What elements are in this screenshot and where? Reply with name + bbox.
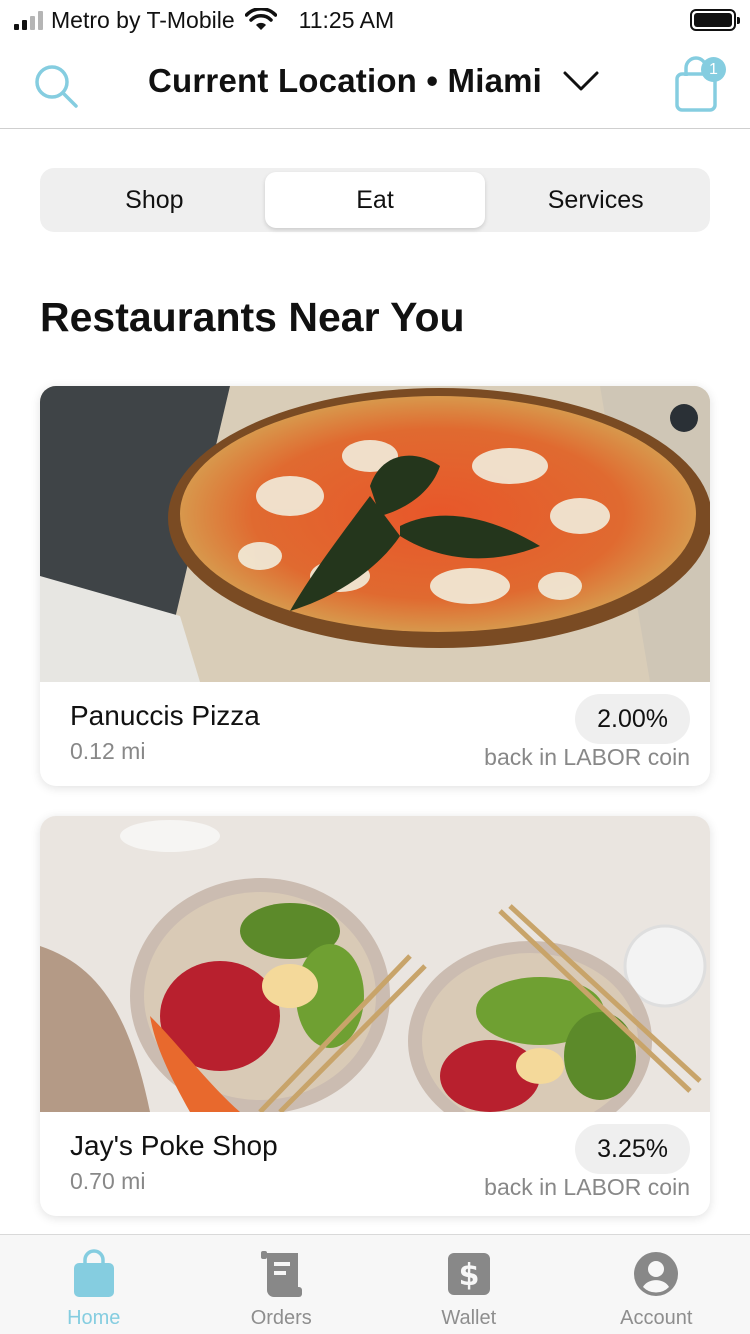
signal-strength-icon bbox=[14, 10, 43, 30]
reward-text: back in LABOR coin bbox=[484, 744, 690, 770]
category-segmented-control: Shop Eat Services bbox=[40, 168, 710, 232]
location-label: Current Location • Miami bbox=[148, 62, 543, 99]
status-bar: Metro by T-Mobile 11:25 AM bbox=[0, 0, 750, 40]
receipt-icon bbox=[261, 1251, 303, 1297]
svg-text:$: $ bbox=[458, 1258, 479, 1293]
battery-icon bbox=[690, 9, 740, 31]
poke-bowl-photo bbox=[40, 816, 710, 1112]
cart-count-badge: 1 bbox=[701, 57, 726, 82]
reward-text: back in LABOR coin bbox=[484, 1174, 690, 1200]
segment-services[interactable]: Services bbox=[485, 172, 706, 228]
search-icon[interactable] bbox=[30, 60, 82, 112]
restaurant-distance: 0.70 mi bbox=[70, 1168, 146, 1194]
chevron-down-icon bbox=[563, 71, 599, 91]
reward-percent-badge: 2.00% bbox=[575, 694, 690, 744]
tab-label: Account bbox=[620, 1307, 693, 1329]
restaurant-card[interactable]: Jay's Poke Shop 0.70 mi 3.25% back in LA… bbox=[40, 816, 710, 1216]
segment-shop[interactable]: Shop bbox=[44, 172, 265, 228]
shopping-bag-icon bbox=[73, 1249, 114, 1297]
location-selector[interactable]: Current Location • Miami bbox=[148, 62, 600, 100]
restaurant-name: Panuccis Pizza bbox=[70, 700, 260, 731]
carrier-name: Metro by T-Mobile bbox=[51, 6, 235, 33]
tab-wallet[interactable]: $ Wallet bbox=[375, 1235, 563, 1334]
tab-label: Home bbox=[67, 1307, 121, 1329]
segment-eat[interactable]: Eat bbox=[264, 172, 486, 228]
section-title: Restaurants Near You bbox=[40, 294, 465, 340]
restaurant-card-info: Panuccis Pizza 0.12 mi 2.00% back in LAB… bbox=[40, 682, 710, 786]
tab-account[interactable]: Account bbox=[563, 1235, 750, 1334]
tab-orders[interactable]: Orders bbox=[188, 1235, 376, 1334]
tab-label: Wallet bbox=[441, 1307, 497, 1329]
clock: 11:25 AM bbox=[298, 6, 395, 33]
restaurant-distance: 0.12 mi bbox=[70, 738, 146, 764]
app-header: Current Location • Miami 1 bbox=[0, 40, 750, 129]
tab-label: Orders bbox=[250, 1307, 312, 1329]
bottom-tab-bar: Home Orders $ Wallet Account bbox=[0, 1234, 750, 1334]
wifi-icon bbox=[244, 8, 277, 30]
restaurant-name: Jay's Poke Shop bbox=[70, 1130, 278, 1161]
dollar-icon: $ bbox=[447, 1253, 490, 1295]
restaurant-card-info: Jay's Poke Shop 0.70 mi 3.25% back in LA… bbox=[40, 1112, 710, 1216]
pizza-photo bbox=[40, 386, 710, 682]
tab-home[interactable]: Home bbox=[0, 1235, 188, 1334]
reward-percent-badge: 3.25% bbox=[575, 1124, 690, 1174]
restaurant-card[interactable]: Panuccis Pizza 0.12 mi 2.00% back in LAB… bbox=[40, 386, 710, 786]
user-icon bbox=[634, 1252, 679, 1296]
